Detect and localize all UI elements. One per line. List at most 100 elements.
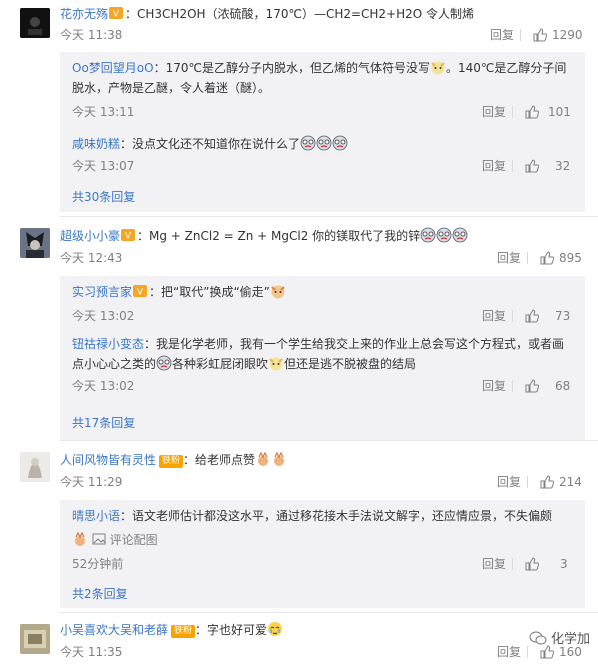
reply-text: ：我是化学老师，我有一个学生给我交上来的作业上总会写这个方程式，或者画 [144,337,565,351]
reply-button[interactable]: 回复 [482,306,506,326]
comment-text: ：Mg + ZnCl2 = Zn + MgCl2 你的镁取代了我的锌 [137,229,421,243]
like-count: 68 [555,379,571,393]
avatar[interactable] [20,452,50,482]
reply-button[interactable]: 回复 [497,248,521,268]
replies-box: 晴思小语：语文老师估计都没这水平，通过移花接木手法说文解字，还应情应景，不失偏颇… [60,500,585,608]
comment-image-link[interactable]: 评论配图 [110,533,158,547]
watermark: 化学加 [529,628,590,647]
comment-username[interactable]: 小吴喜欢大吴和老薛 [60,623,168,637]
crying-emoji-icon [420,227,436,243]
reply-button[interactable]: 回复 [490,25,514,45]
comment-time: 今天 11:29 [60,475,123,489]
cat-emoji-icon [269,357,283,371]
like-icon[interactable] [525,557,539,571]
cat-emoji-icon [431,61,445,75]
crying-emoji-icon [332,135,348,151]
like-count: 895 [559,251,582,265]
like-icon[interactable] [525,309,539,323]
reply-time: 今天 13:07 [72,159,135,173]
comment-text: ：给老师点赞 [183,453,256,467]
like-count: 214 [559,475,582,489]
reply-button[interactable]: 回复 [482,376,506,396]
replies-box: 实习预言家 V ：把“取代”换成“偷走” 今天 13:02 回复 73 钮祜禄小变态… [60,276,585,440]
like-icon[interactable] [525,159,539,173]
reply-time: 今天 13:02 [72,379,135,393]
like-icon[interactable] [540,475,554,489]
wechat-icon [529,631,547,645]
reply-username[interactable]: 钮祜禄小变态 [72,337,144,351]
comment-text-line: 小吴喜欢大吴和老薛 铁粉 ：字也好可爱 [60,620,584,640]
reply-button[interactable]: 回复 [482,102,506,122]
clap-emoji-icon [75,531,85,546]
reply-button[interactable]: 回复 [497,642,521,662]
comment-username[interactable]: 超级小小豪 [60,229,120,243]
svg-text:V: V [137,288,144,298]
reply-text: ：没点文化还不知道你在说什么了 [120,137,301,151]
meta-divider [512,106,513,118]
svg-text:V: V [125,232,132,242]
reply-button[interactable]: 回复 [482,156,506,176]
more-replies-link[interactable]: 共17条回复 [72,413,135,433]
comment-time: 今天 11:38 [60,28,123,42]
reply-text-cont: 。140℃是乙醇分子间 [445,61,567,75]
reply-button[interactable]: 回复 [497,472,521,492]
reply-text-line2c: 但还是逃不脱被盘的结局 [284,357,417,371]
like-icon[interactable] [540,251,554,265]
cat-emoji-icon [271,285,285,299]
reply-text-line2: 脱水，产物是乙醚，令人着迷（醚）。 [72,81,271,95]
meta-divider [512,380,513,392]
reply-item: 咸味奶糕：没点文化还不知道你在说什么了 今天 13:07 回复 32 [72,134,573,176]
more-replies-link[interactable]: 共2条回复 [72,584,128,604]
watermark-text: 化学加 [550,632,590,647]
reply-button[interactable]: 回复 [482,554,506,574]
reply-username[interactable]: 实习预言家 [72,285,132,299]
crying-emoji-icon [300,135,316,151]
comment-text-line: 人间风物皆有灵性 铁粉 ：给老师点赞 [60,450,584,470]
reply-item: Oo梦回望月oO：170℃是乙醇分子内脱水，但乙烯的气体符号没写 。140℃是乙醇… [72,58,573,122]
vip-icon: V [133,285,148,298]
meta-divider [512,558,513,570]
reply-username[interactable]: 晴思小语 [72,509,120,523]
comment-username[interactable]: 花亦无殇 [60,7,108,21]
reply-text: ：语文老师估计都没这水平，通过移花接木手法说文解字，还应情应景，不失偏颇 [120,509,553,523]
reply-text: ：170℃是乙醇分子内脱水，但乙烯的气体符号没写 [153,61,430,75]
like-count: 1290 [552,28,583,42]
comment-username[interactable]: 人间风物皆有灵性 [60,453,156,467]
like-icon[interactable] [525,105,539,119]
comment-divider [60,440,598,441]
comment-divider [60,216,598,217]
avatar[interactable] [20,624,50,654]
fan-badge: 铁粉 [171,625,196,638]
reply-text-line2: 点小心心之类的 [72,357,157,371]
comment-time: 今天 12:43 [60,251,123,265]
like-icon[interactable] [533,28,547,42]
crying-emoji-icon [316,135,332,151]
comment-time: 今天 11:35 [60,645,123,659]
svg-text:V: V [113,10,120,20]
like-icon[interactable] [540,645,554,659]
vip-icon: V [121,229,136,242]
reply-username[interactable]: Oo梦回望月oO [72,61,154,75]
avatar[interactable] [20,228,50,258]
comment-text: ：CH3CH2OH（浓硫酸，170℃）—CH2=CH2+H2O 令人制烯 [125,7,475,21]
fan-badge: 铁粉 [159,455,184,468]
tearful-emoji-icon [268,622,283,636]
reply-username[interactable]: 咸味奶糕 [72,137,120,151]
reply-text: ：把“取代”换成“偷走” [149,285,270,299]
replies-box: Oo梦回望月oO：170℃是乙醇分子内脱水，但乙烯的气体符号没写 。140℃是乙醇… [60,52,585,212]
clap-emoji-icon [274,451,285,466]
reply-item: 晴思小语：语文老师估计都没这水平，通过移花接木手法说文解字，还应情应景，不失偏颇… [72,506,573,574]
avatar-image [20,228,50,258]
like-icon[interactable] [525,379,539,393]
vip-icon: V [109,7,124,20]
like-count: 3 [560,557,568,571]
image-icon [92,533,106,545]
comment-text-line: 超级小小豪 V ：Mg + ZnCl2 = Zn + MgCl2 你的镁取代了我的锌 [60,226,584,246]
avatar[interactable] [20,8,50,38]
reply-item: 钮祜禄小变态：我是化学老师，我有一个学生给我交上来的作业上总会写这个方程式，或者… [72,334,573,396]
more-replies-link[interactable]: 共30条回复 [72,187,135,207]
like-count: 32 [555,159,571,173]
clap-emoji-icon [258,451,269,466]
reply-time: 52分钟前 [72,557,124,571]
avatar-image [20,8,50,38]
